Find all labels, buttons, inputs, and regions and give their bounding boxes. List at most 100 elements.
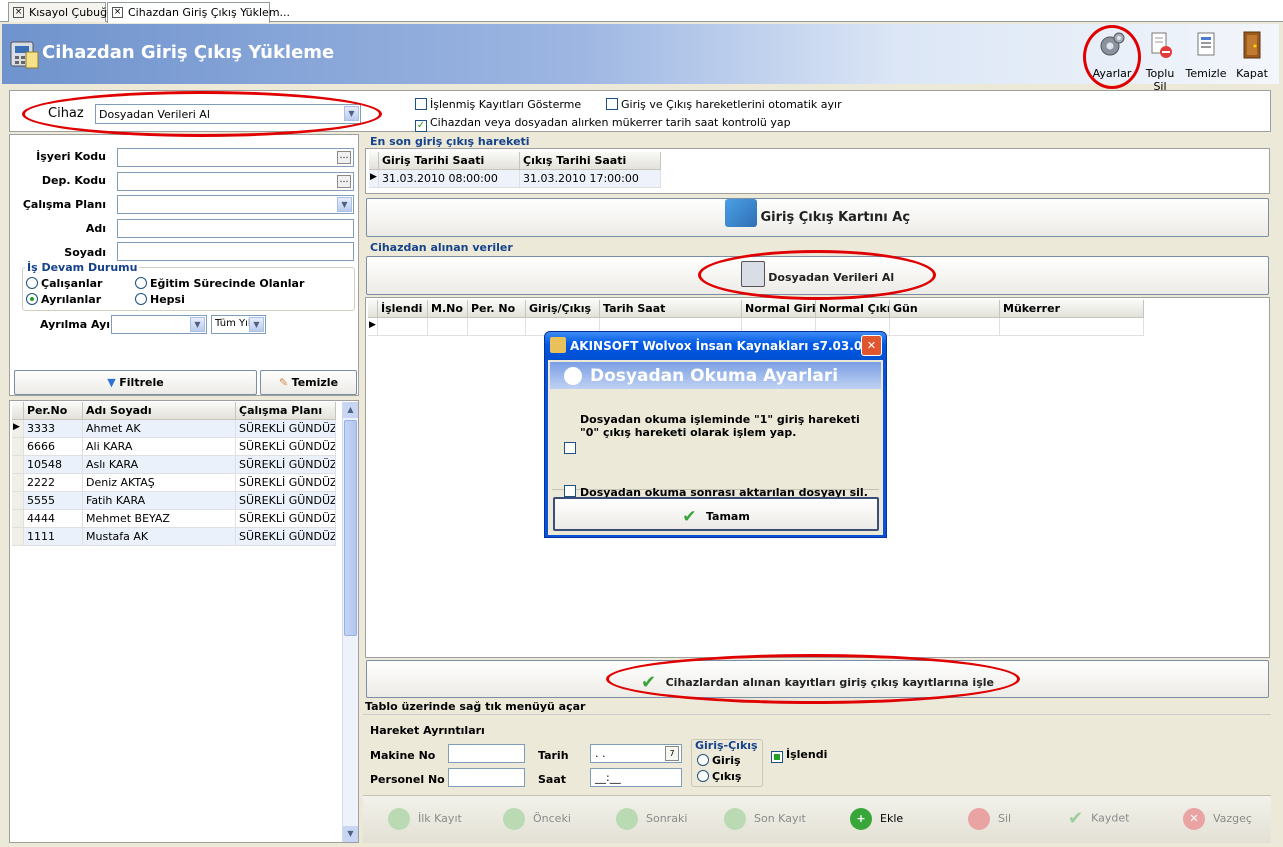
processed-checkbox[interactable]: İşlendi: [771, 748, 827, 763]
clear-button[interactable]: Temizle: [1184, 28, 1228, 80]
radio-selected[interactable]: [26, 293, 38, 305]
radio[interactable]: [697, 770, 709, 782]
checkbox[interactable]: [564, 442, 576, 454]
employee-table: Per.No Adı Soyadı Çalışma Planı ▶ 3333 Ahm…: [9, 400, 359, 843]
col-header[interactable]: İşlendi: [378, 300, 428, 318]
col-header[interactable]: Tarih Saat: [600, 300, 742, 318]
clear-filter-button[interactable]: ✎ Temizle: [260, 370, 357, 395]
option-duplicate-check[interactable]: ✓ Cihazdan veya dosyadan alırken mükerrer…: [415, 116, 791, 132]
col-header[interactable]: Giriş/Çıkış: [526, 300, 600, 318]
table-row[interactable]: 4444 Mehmet BEYAZ SÜREKLİ GÜNDÜZ: [12, 510, 336, 528]
checkbox[interactable]: [771, 751, 783, 763]
radio-exit[interactable]: Çıkış: [697, 770, 741, 783]
row-indicator: [12, 528, 24, 546]
col-exit-time[interactable]: Çıkış Tarihi Saati: [520, 152, 661, 170]
chevron-down-icon[interactable]: ▼: [344, 106, 359, 121]
filter-button[interactable]: ▼ Filtrele: [14, 370, 257, 395]
table-row[interactable]: 6666 Ali KARA SÜREKLİ GÜNDÜZ: [12, 438, 336, 456]
radio-all[interactable]: Hepsi: [135, 293, 185, 306]
process-records-button[interactable]: ✔ Cihazlardan alınan kayıtları giriş çık…: [366, 660, 1269, 698]
filter-panel: İşyeri Kodu … Dep. Kodu … Çalışma Planı …: [9, 134, 359, 396]
open-card-button[interactable]: Giriş Çıkış Kartını Aç: [366, 198, 1269, 237]
col-per-no[interactable]: Per.No: [24, 402, 83, 420]
col-header[interactable]: Normal Giriş: [742, 300, 816, 318]
table-row[interactable]: 5555 Fatih KARA SÜREKLİ GÜNDÜZ: [12, 492, 336, 510]
entry-time-cell: 31.03.2010 08:00:00: [379, 170, 520, 188]
close-button[interactable]: Kapat: [1230, 28, 1274, 80]
next-button[interactable]: Sonraki: [616, 808, 687, 830]
option-hide-processed[interactable]: İşlenmiş Kayıtları Gösterme: [415, 98, 581, 111]
row-indicator-header: [369, 152, 379, 170]
dept-code-input[interactable]: …: [117, 172, 354, 191]
radio-label: Eğitim Sürecinde Olanlar: [150, 277, 305, 290]
radio[interactable]: [697, 754, 709, 766]
settings-button[interactable]: Ayarlar: [1090, 28, 1134, 80]
radio-employed[interactable]: Çalışanlar: [26, 277, 102, 290]
machine-no-input[interactable]: [448, 744, 525, 763]
load-from-file-button[interactable]: Dosyadan Verileri Al: [366, 256, 1269, 295]
device-data-title: Cihazdan alınan veriler: [370, 241, 513, 254]
checkbox-checked[interactable]: ✓: [415, 120, 427, 132]
chevron-down-icon[interactable]: ▼: [249, 317, 264, 332]
scroll-down-icon[interactable]: ▼: [343, 826, 358, 842]
option-auto-split[interactable]: Giriş ve Çıkış hareketlerini otomatik ay…: [606, 98, 842, 111]
radio-entry[interactable]: Giriş: [697, 754, 741, 767]
col-name[interactable]: Adı Soyadı: [83, 402, 236, 420]
previous-button[interactable]: Önceki: [503, 808, 571, 830]
checkbox[interactable]: [564, 485, 576, 497]
workplace-code-input[interactable]: …: [117, 148, 354, 167]
scroll-up-icon[interactable]: ▲: [343, 402, 358, 418]
col-entry-time[interactable]: Giriş Tarihi Saati: [379, 152, 520, 170]
name-input[interactable]: [117, 219, 354, 238]
calendar-icon[interactable]: 7: [665, 746, 679, 761]
close-icon[interactable]: ×: [112, 7, 123, 18]
time-input[interactable]: __:__: [590, 768, 682, 787]
checkmark-icon: ✔: [682, 507, 697, 527]
chevron-down-icon[interactable]: ▼: [190, 317, 205, 332]
col-header[interactable]: Mükerrer: [1000, 300, 1144, 318]
radio[interactable]: [26, 277, 38, 289]
table-row[interactable]: 1111 Mustafa AK SÜREKLİ GÜNDÜZ: [12, 528, 336, 546]
vertical-scrollbar[interactable]: ▲ ▼: [342, 402, 358, 842]
radio[interactable]: [135, 293, 147, 305]
radio-in-training[interactable]: Eğitim Sürecinde Olanlar: [135, 277, 304, 290]
add-button[interactable]: + Ekle: [850, 808, 903, 830]
radio[interactable]: [135, 277, 147, 289]
work-plan-select[interactable]: ▼: [117, 195, 354, 214]
table-row[interactable]: 2222 Deniz AKTAŞ SÜREKLİ GÜNDÜZ: [12, 474, 336, 492]
ellipsis-icon[interactable]: …: [337, 175, 351, 188]
chevron-down-icon[interactable]: ▼: [337, 197, 352, 212]
table-row[interactable]: ▶ 31.03.2010 08:00:00 31.03.2010 17:00:0…: [369, 170, 661, 188]
leave-month-select[interactable]: ▼: [111, 315, 207, 334]
option-1-0-mapping[interactable]: [564, 442, 579, 455]
radio-left[interactable]: Ayrılanlar: [26, 293, 101, 306]
tab-device-upload[interactable]: × Cihazdan Giriş Çıkış Yüklem...: [107, 2, 290, 23]
first-record-button[interactable]: İlk Kayıt: [388, 808, 462, 830]
table-row[interactable]: 10548 Aslı KARA SÜREKLİ GÜNDÜZ: [12, 456, 336, 474]
col-plan[interactable]: Çalışma Planı: [236, 402, 336, 420]
surname-input[interactable]: [117, 242, 354, 261]
checkbox[interactable]: [606, 98, 618, 110]
col-header[interactable]: Normal Çıkış: [816, 300, 890, 318]
col-header[interactable]: M.No: [428, 300, 468, 318]
checkbox[interactable]: [415, 98, 427, 110]
personnel-no-input[interactable]: [448, 768, 525, 787]
device-select[interactable]: Dosyadan Verileri Al ▼: [95, 104, 361, 124]
col-header[interactable]: Per. No: [468, 300, 526, 318]
save-button[interactable]: ✔ Kaydet: [1068, 808, 1129, 829]
close-icon[interactable]: ×: [13, 7, 24, 18]
bulk-delete-button[interactable]: Toplu Sil: [1138, 28, 1182, 93]
last-record-button[interactable]: Son Kayıt: [724, 808, 806, 830]
ok-button[interactable]: ✔ Tamam: [553, 497, 879, 531]
machine-no-label: Makine No: [370, 749, 436, 762]
col-header[interactable]: Gün: [890, 300, 1000, 318]
leave-year-select[interactable]: Tüm Yıl ▼: [211, 315, 266, 334]
scroll-thumb[interactable]: [344, 420, 357, 636]
table-row[interactable]: ▶ 3333 Ahmet AK SÜREKLİ GÜNDÜZ: [12, 420, 336, 438]
ellipsis-icon[interactable]: …: [337, 151, 351, 164]
delete-button[interactable]: Sil: [968, 808, 1011, 830]
close-icon[interactable]: ✕: [861, 335, 882, 356]
tab-shortcut-bar[interactable]: × Kısayol Çubuğu: [8, 2, 114, 22]
cancel-button[interactable]: ✕ Vazgeç: [1183, 808, 1252, 830]
date-input[interactable]: . . 7: [590, 744, 682, 763]
